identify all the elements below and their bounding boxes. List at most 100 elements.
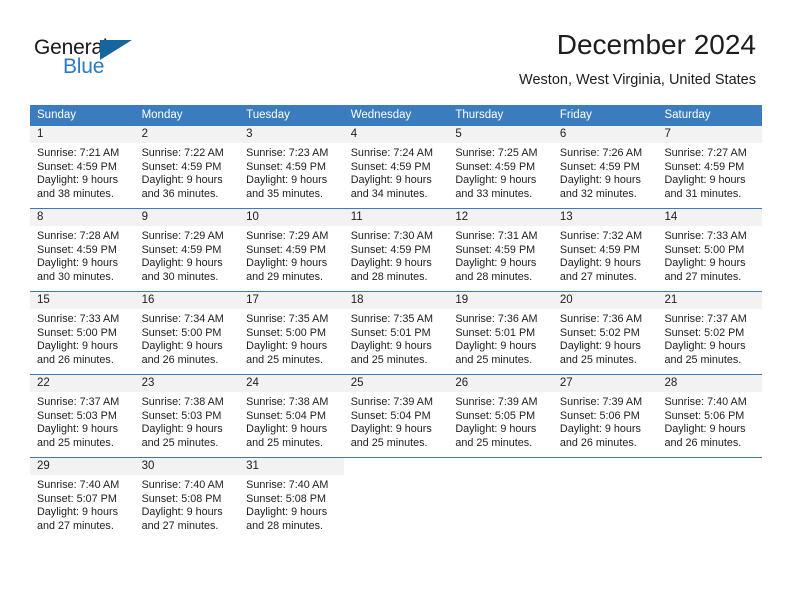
calendar-week-row: 8 Sunrise: 7:28 AM Sunset: 4:59 PM Daylight…	[30, 209, 763, 292]
calendar-day-number: 1	[37, 128, 44, 140]
calendar-grid: Sunday Monday Tuesday Wednesday Thursday…	[30, 105, 763, 534]
calendar-day-number: 19	[455, 294, 469, 306]
calendar-day-cell[interactable]: 19 Sunrise: 7:36 AM Sunset: 5:01 PM Dayligh…	[448, 292, 553, 368]
calendar-day-cell[interactable]: 29 Sunrise: 7:40 AM Sunset: 5:07 PM Dayligh…	[30, 458, 135, 534]
calendar-day-number-band: 4	[343, 126, 449, 143]
sunrise-time: Sunrise: 7:40 AM	[664, 396, 747, 408]
calendar-day-cell[interactable]: 9 Sunrise: 7:29 AM Sunset: 4:59 PM Daylight…	[134, 209, 240, 285]
calendar-day-cell[interactable]: 16 Sunrise: 7:34 AM Sunset: 5:00 PM Dayligh…	[134, 292, 240, 368]
calendar-day-cell[interactable]: 23 Sunrise: 7:38 AM Sunset: 5:03 PM Dayligh…	[134, 375, 240, 451]
calendar-day-number-band: 25	[343, 375, 449, 392]
calendar-day-number-band: 27	[552, 375, 658, 392]
daylight-duration-line1: Daylight: 9 hours	[455, 174, 537, 187]
daylight-duration-line2: and 29 minutes.	[246, 270, 323, 283]
calendar-day-cell[interactable]: 7 Sunrise: 7:27 AM Sunset: 4:59 PM Daylight…	[657, 126, 763, 202]
sunset-time: Sunset: 5:01 PM	[455, 326, 536, 339]
calendar-day-number-band: 26	[448, 375, 553, 392]
calendar-day-cell[interactable]: 14 Sunrise: 7:33 AM Sunset: 5:00 PM Dayligh…	[657, 209, 763, 285]
calendar-day-cell[interactable]: 2 Sunrise: 7:22 AM Sunset: 4:59 PM Daylight…	[134, 126, 240, 202]
calendar-day-number: 8	[37, 211, 44, 223]
calendar-day-cell[interactable]: 24 Sunrise: 7:38 AM Sunset: 5:04 PM Dayligh…	[239, 375, 344, 451]
sunset-time: Sunset: 5:02 PM	[664, 326, 745, 339]
sunset-time: Sunset: 4:59 PM	[37, 243, 117, 256]
calendar-day-cell[interactable]: 1 Sunrise: 7:21 AM Sunset: 4:59 PM Daylight…	[30, 126, 135, 202]
calendar-day-cell[interactable]: 31 Sunrise: 7:40 AM Sunset: 5:08 PM Dayligh…	[239, 458, 344, 534]
calendar-day-cell[interactable]: 10 Sunrise: 7:29 AM Sunset: 4:59 PM Dayligh…	[239, 209, 344, 285]
calendar-day-cell[interactable]: 17 Sunrise: 7:35 AM Sunset: 5:00 PM Dayligh…	[239, 292, 344, 368]
calendar-day-cell[interactable]: 27 Sunrise: 7:39 AM Sunset: 5:06 PM Dayligh…	[552, 375, 658, 451]
calendar-day-cell[interactable]: 25 Sunrise: 7:39 AM Sunset: 5:04 PM Dayligh…	[343, 375, 449, 451]
calendar-day-number-band	[343, 458, 449, 475]
sunset-time: Sunset: 5:00 PM	[664, 243, 745, 256]
daylight-duration-line2: and 26 minutes.	[37, 353, 114, 366]
calendar-day-details: Sunrise: 7:25 AM Sunset: 4:59 PM Daylight:…	[448, 143, 553, 202]
calendar-day-cell[interactable]: 15 Sunrise: 7:33 AM Sunset: 5:00 PM Dayligh…	[30, 292, 135, 368]
sunrise-time: Sunrise: 7:29 AM	[246, 230, 329, 242]
calendar-day-number-band: 22	[30, 375, 135, 392]
sunrise-time: Sunrise: 7:25 AM	[455, 147, 538, 159]
sunset-time: Sunset: 5:05 PM	[455, 409, 536, 422]
calendar-day-details	[553, 475, 658, 534]
calendar-day-number-band	[552, 458, 658, 475]
sunset-time: Sunset: 5:01 PM	[350, 326, 431, 339]
calendar-day-cell[interactable]: 13 Sunrise: 7:32 AM Sunset: 4:59 PM Dayligh…	[552, 209, 658, 285]
blue-triangle-icon	[100, 40, 132, 60]
calendar-day-details: Sunrise: 7:37 AM Sunset: 5:03 PM Daylight:…	[30, 392, 135, 451]
calendar-day-number: 15	[37, 294, 50, 306]
page-title: December 2024	[556, 29, 756, 60]
calendar-day-cell[interactable]: 8 Sunrise: 7:28 AM Sunset: 4:59 PM Daylight…	[30, 209, 135, 285]
brand-logo[interactable]: General Blue	[34, 36, 254, 88]
calendar-day-number: 16	[141, 294, 155, 306]
calendar-day-cell[interactable]: 11 Sunrise: 7:30 AM Sunset: 4:59 PM Dayligh…	[343, 209, 449, 285]
sunrise-time: Sunrise: 7:33 AM	[37, 313, 120, 325]
daylight-duration-line1: Daylight: 9 hours	[37, 174, 119, 187]
calendar-day-details: Sunrise: 7:24 AM Sunset: 4:59 PM Daylight:…	[344, 143, 449, 202]
sunrise-time: Sunrise: 7:37 AM	[664, 313, 747, 325]
calendar-day-number: 3	[246, 128, 253, 140]
calendar-day-number-band: 28	[657, 375, 763, 392]
daylight-duration-line1: Daylight: 9 hours	[350, 257, 432, 270]
sunset-time: Sunset: 4:59 PM	[455, 243, 536, 256]
sunrise-time: Sunrise: 7:29 AM	[141, 230, 224, 242]
daylight-duration-line2: and 26 minutes.	[141, 353, 219, 366]
calendar-day-cell-empty	[657, 458, 763, 534]
calendar-day-details: Sunrise: 7:39 AM Sunset: 5:05 PM Daylight:…	[448, 392, 553, 451]
calendar-day-cell[interactable]: 26 Sunrise: 7:39 AM Sunset: 5:05 PM Dayligh…	[448, 375, 553, 451]
calendar-day-number: 21	[664, 294, 678, 306]
calendar-day-number: 25	[350, 377, 364, 389]
calendar-day-cell-empty	[552, 458, 658, 534]
calendar-day-cell[interactable]: 18 Sunrise: 7:35 AM Sunset: 5:01 PM Dayligh…	[343, 292, 449, 368]
calendar-week-cells: 1 Sunrise: 7:21 AM Sunset: 4:59 PM Daylight…	[30, 126, 763, 202]
sunrise-time: Sunrise: 7:22 AM	[141, 147, 224, 159]
sunrise-time: Sunrise: 7:39 AM	[559, 396, 643, 408]
sunset-time: Sunset: 5:07 PM	[37, 492, 117, 505]
calendar-day-cell[interactable]: 20 Sunrise: 7:36 AM Sunset: 5:02 PM Dayligh…	[552, 292, 658, 368]
calendar-day-number: 14	[664, 211, 678, 223]
sunrise-time: Sunrise: 7:36 AM	[559, 313, 643, 325]
sunset-time: Sunset: 4:59 PM	[559, 243, 640, 256]
calendar-day-cell[interactable]: 28 Sunrise: 7:40 AM Sunset: 5:06 PM Dayligh…	[657, 375, 763, 451]
calendar-day-details: Sunrise: 7:36 AM Sunset: 5:02 PM Daylight:…	[553, 309, 658, 368]
daylight-duration-line2: and 32 minutes.	[559, 187, 637, 200]
calendar-day-details: Sunrise: 7:39 AM Sunset: 5:06 PM Daylight:…	[553, 392, 658, 451]
calendar-day-cell[interactable]: 6 Sunrise: 7:26 AM Sunset: 4:59 PM Daylight…	[552, 126, 658, 202]
calendar-day-cell[interactable]: 21 Sunrise: 7:37 AM Sunset: 5:02 PM Dayligh…	[657, 292, 763, 368]
sunset-time: Sunset: 5:06 PM	[664, 409, 745, 422]
calendar-day-cell[interactable]: 22 Sunrise: 7:37 AM Sunset: 5:03 PM Dayligh…	[30, 375, 135, 451]
calendar-day-cell[interactable]: 4 Sunrise: 7:24 AM Sunset: 4:59 PM Daylight…	[343, 126, 449, 202]
calendar-day-cell[interactable]: 5 Sunrise: 7:25 AM Sunset: 4:59 PM Daylight…	[448, 126, 553, 202]
calendar-day-cell[interactable]: 3 Sunrise: 7:23 AM Sunset: 4:59 PM Daylight…	[239, 126, 344, 202]
sunrise-time: Sunrise: 7:38 AM	[141, 396, 224, 408]
sunrise-time: Sunrise: 7:31 AM	[455, 230, 538, 242]
daylight-duration-line2: and 27 minutes.	[664, 270, 742, 283]
calendar-day-number-band: 20	[552, 292, 658, 309]
calendar-day-number-band: 5	[448, 126, 553, 143]
calendar-page: General Blue December 2024 Weston, West …	[0, 0, 792, 612]
calendar-week-cells: 22 Sunrise: 7:37 AM Sunset: 5:03 PM Dayligh…	[30, 375, 763, 451]
calendar-day-cell[interactable]: 30 Sunrise: 7:40 AM Sunset: 5:08 PM Dayligh…	[134, 458, 240, 534]
calendar-day-cell[interactable]: 12 Sunrise: 7:31 AM Sunset: 4:59 PM Dayligh…	[448, 209, 553, 285]
daylight-duration-line2: and 26 minutes.	[559, 436, 637, 449]
sunrise-time: Sunrise: 7:34 AM	[141, 313, 224, 325]
calendar-day-number-band: 29	[30, 458, 135, 475]
daylight-duration-line2: and 26 minutes.	[664, 436, 742, 449]
